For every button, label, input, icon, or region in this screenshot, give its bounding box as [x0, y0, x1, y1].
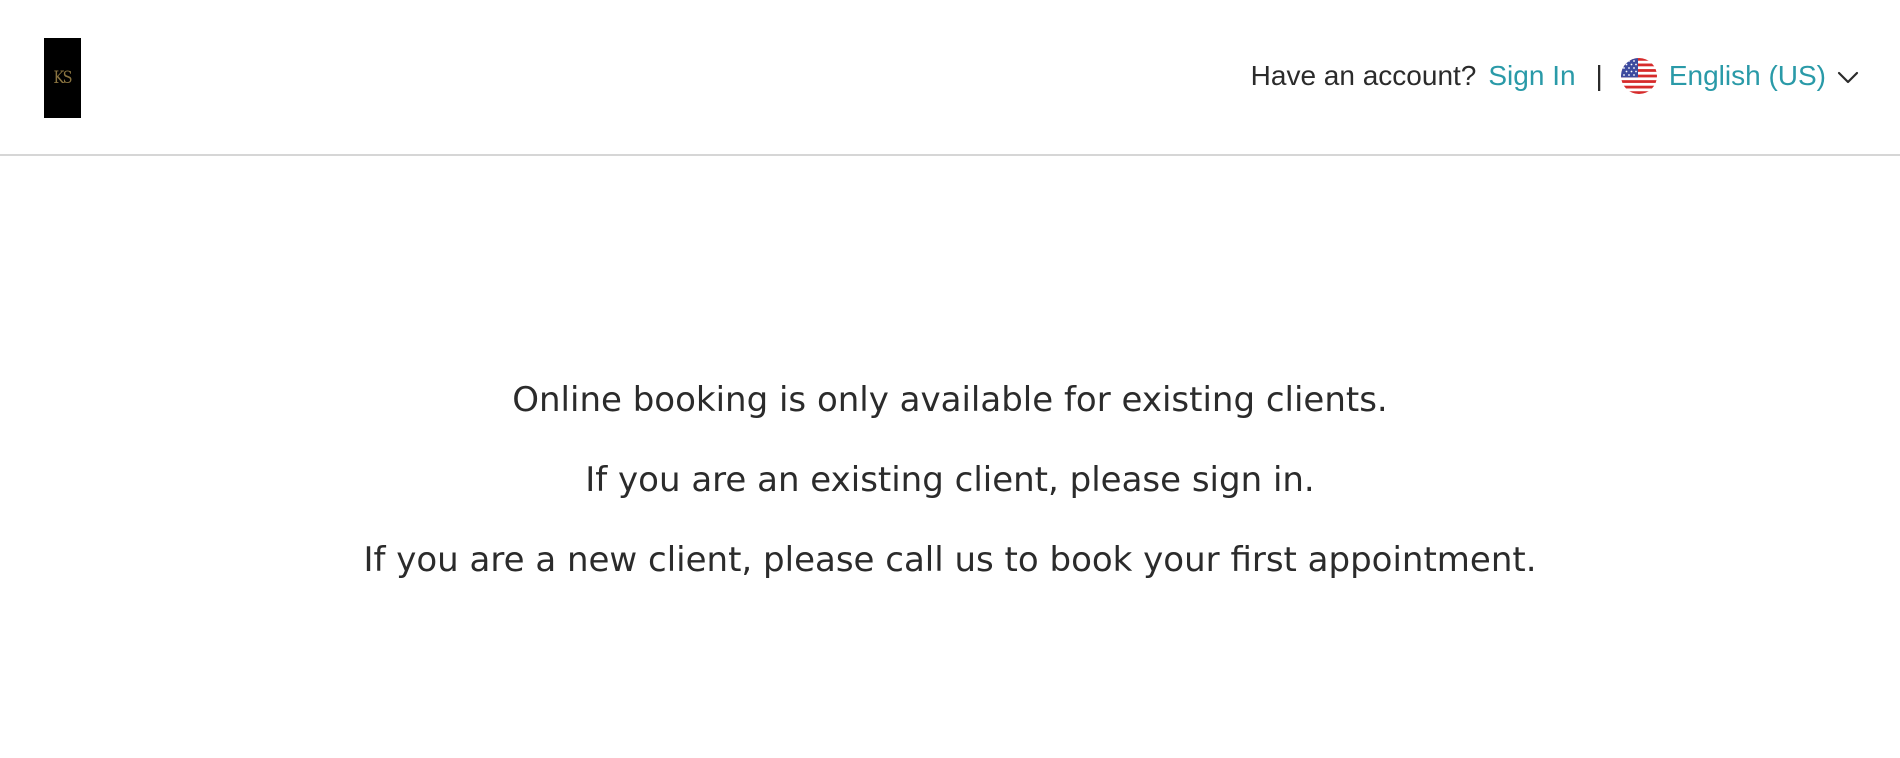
notice-line-new-client: If you are a new client, please call us …	[363, 540, 1537, 580]
us-flag-icon	[1620, 58, 1657, 94]
booking-notice: Online booking is only available for exi…	[0, 380, 1900, 580]
header-divider: |	[1595, 60, 1603, 91]
have-account-label: Have an account?	[1250, 60, 1477, 91]
language-selector[interactable]: English (US)	[1620, 58, 1860, 94]
chevron-down-icon	[1836, 64, 1860, 88]
business-logo[interactable]: KS	[44, 38, 81, 118]
sign-in-link[interactable]: Sign In	[1488, 60, 1575, 92]
notice-line-existing-only: Online booking is only available for exi…	[512, 380, 1388, 420]
language-label: English (US)	[1668, 60, 1826, 91]
logo-text: KS	[53, 68, 73, 88]
site-header: KS Have an account? Sign In | English (U…	[0, 0, 1900, 156]
header-account-bar: Have an account? Sign In | English (US)	[1251, 50, 1860, 102]
notice-line-sign-in: If you are an existing client, please si…	[585, 460, 1315, 500]
